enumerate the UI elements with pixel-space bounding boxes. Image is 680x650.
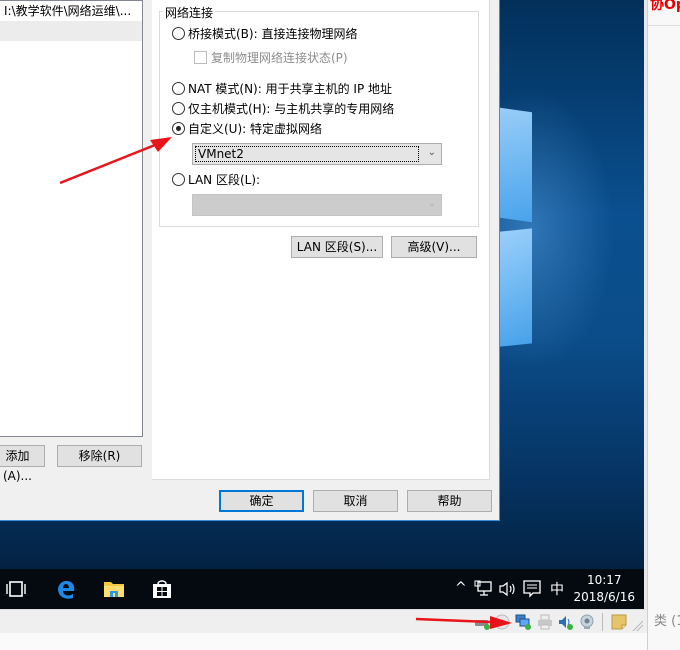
radio-label: LAN 区段(L): (188, 173, 261, 187)
task-view-icon[interactable] (4, 577, 28, 601)
radio-label: 仅主机模式(H): 与主机共享的专用网络 (188, 102, 395, 116)
select-value: VMnet2 (195, 146, 419, 162)
remove-hardware-button[interactable]: 移除(R) (57, 445, 142, 467)
notes-icon[interactable] (611, 614, 627, 630)
edge-icon[interactable] (54, 577, 78, 601)
lan-segments-button[interactable]: LAN 区段(S)... (291, 236, 383, 258)
resize-grip[interactable] (631, 619, 643, 631)
show-hidden-icons-button[interactable]: ^ (455, 580, 467, 596)
help-button[interactable]: 帮助 (407, 490, 492, 512)
bridged-radio[interactable]: 桥接模式(B): 直接连接物理网络 (172, 25, 357, 42)
network-icon[interactable] (474, 579, 494, 599)
background-red-text: 协Op (650, 0, 680, 13)
radio-button[interactable] (172, 173, 185, 186)
printer-icon[interactable] (537, 614, 553, 630)
host-only-radio[interactable]: 仅主机模式(H): 与主机共享的专用网络 (172, 100, 394, 117)
sound-card-icon[interactable] (557, 614, 573, 630)
cancel-button[interactable]: 取消 (313, 490, 398, 512)
taskbar: ^ 中 10:17 2018/6/16 (0, 569, 644, 609)
nat-radio[interactable]: NAT 模式(N): 用于共享主机的 IP 地址 (172, 80, 392, 97)
advanced-button[interactable]: 高级(V)... (391, 236, 477, 258)
action-center-icon[interactable] (522, 579, 542, 599)
background-page: 协Op (647, 0, 680, 650)
replicate-state-checkbox[interactable]: 复制物理网络连接状态(P) (194, 49, 348, 66)
custom-network-select[interactable]: VMnet2 ⌄ (192, 143, 442, 165)
list-item[interactable]: I:\教学软件\网络运维\... (0, 1, 142, 21)
clock[interactable]: 10:17 2018/6/16 (573, 572, 635, 606)
input-method-indicator[interactable]: 中 (550, 579, 564, 599)
network-adapter-icon[interactable] (515, 614, 531, 630)
add-hardware-button[interactable]: 添加(A)... (0, 445, 45, 483)
volume-icon[interactable] (498, 579, 518, 599)
checkbox-label: 复制物理网络连接状态(P) (211, 51, 348, 65)
network-connection-title: 网络连接 (163, 4, 216, 21)
divider (648, 25, 680, 26)
radio-button[interactable] (172, 82, 185, 95)
radio-button-checked[interactable] (172, 122, 185, 135)
cd-drive-icon[interactable] (494, 614, 510, 630)
clock-date: 2018/6/16 (573, 590, 635, 604)
custom-radio[interactable]: 自定义(U): 特定虚拟网络 (172, 120, 322, 137)
windows-logo-pane (500, 107, 532, 223)
vm-desktop: I:\教学软件\网络运维\... 添加(A)... 移除(R) 网络连接 桥接模… (0, 0, 647, 612)
checkbox[interactable] (194, 51, 207, 64)
radio-label: 自定义(U): 特定虚拟网络 (188, 122, 323, 136)
file-explorer-icon[interactable] (102, 577, 126, 601)
webcam-icon[interactable] (579, 614, 595, 630)
list-item-selected[interactable] (0, 21, 142, 41)
network-adapter-dialog: I:\教学软件\网络运维\... 添加(A)... 移除(R) 网络连接 桥接模… (0, 0, 500, 521)
lan-segment-select[interactable]: ⌄ (192, 194, 442, 216)
hard-disk-icon[interactable] (474, 614, 490, 630)
vm-status-bar (0, 609, 647, 633)
clock-time: 10:17 (586, 573, 622, 587)
radio-label: NAT 模式(N): 用于共享主机的 IP 地址 (188, 82, 393, 96)
chevron-down-icon: ⌄ (427, 198, 436, 209)
hardware-list[interactable]: I:\教学软件\网络运维\... (0, 0, 143, 437)
radio-button[interactable] (172, 102, 185, 115)
status-separator (602, 613, 603, 631)
bottom-strip (0, 633, 647, 650)
radio-label: 桥接模式(B): 直接连接物理网络 (188, 27, 358, 41)
store-icon[interactable] (150, 577, 174, 601)
background-text: 类 (1 (654, 614, 680, 629)
chevron-down-icon[interactable]: ⌄ (428, 147, 436, 158)
windows-logo-pane (500, 228, 532, 347)
lan-segment-radio[interactable]: LAN 区段(L): (172, 171, 260, 188)
ok-button[interactable]: 确定 (219, 490, 304, 512)
radio-button[interactable] (172, 27, 185, 40)
network-settings-panel: 网络连接 桥接模式(B): 直接连接物理网络 复制物理网络连接状态(P) NAT… (152, 0, 490, 480)
